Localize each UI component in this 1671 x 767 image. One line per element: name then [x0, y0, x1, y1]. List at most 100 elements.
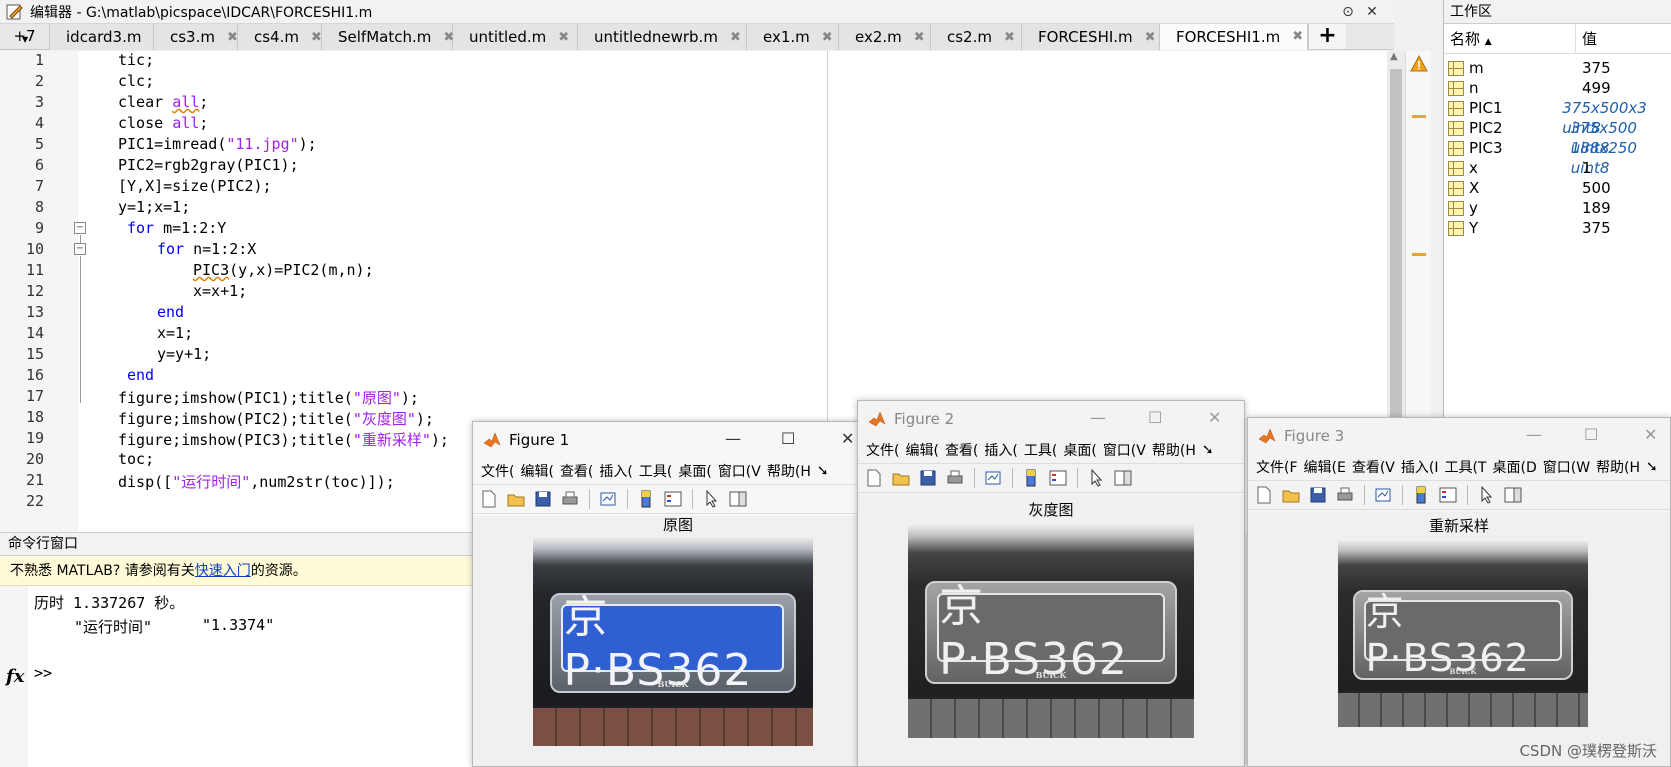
- workspace-row[interactable]: PIC1 375x500x3 uint8: [1444, 98, 1671, 137]
- menu-desktop[interactable]: 桌面(: [1063, 440, 1096, 460]
- close-icon[interactable]: ✕: [1644, 425, 1657, 444]
- menu-window[interactable]: 窗口(V: [1103, 440, 1146, 460]
- quick-start-link[interactable]: 快速入门: [195, 563, 251, 579]
- print-icon[interactable]: [560, 489, 580, 509]
- figure-titlebar[interactable]: Figure 3 — ☐ ✕: [1248, 418, 1670, 454]
- legend-icon[interactable]: [1048, 468, 1068, 488]
- editor-menu-icon[interactable]: ⊙: [1338, 2, 1358, 22]
- figure-titlebar[interactable]: Figure 2 — ☐ ✕: [858, 401, 1244, 437]
- workspace-row[interactable]: x1: [1444, 158, 1671, 178]
- open-folder-icon[interactable]: [1281, 485, 1301, 505]
- menu-help[interactable]: 帮助(H: [1152, 440, 1196, 460]
- legend-icon[interactable]: [1438, 485, 1458, 505]
- function-browser-icon[interactable]: fx: [6, 666, 24, 687]
- tab-ex2[interactable]: ex2.m ✖: [839, 24, 931, 50]
- tab-cs2[interactable]: cs2.m ✖: [931, 24, 1022, 50]
- figure-titlebar[interactable]: Figure 1 — ☐ ✕: [473, 422, 883, 458]
- close-icon[interactable]: ✕: [1208, 408, 1221, 427]
- editor-scrollbar[interactable]: ▲: [1387, 51, 1405, 431]
- property-editor-icon[interactable]: [1113, 468, 1133, 488]
- close-icon[interactable]: ✖: [1292, 29, 1303, 44]
- pointer-icon[interactable]: [1476, 485, 1496, 505]
- menu-view[interactable]: 查看(: [560, 461, 593, 481]
- menu-edit[interactable]: 编辑(: [905, 440, 938, 460]
- save-icon[interactable]: [533, 489, 553, 509]
- property-editor-icon[interactable]: [728, 489, 748, 509]
- pointer-icon[interactable]: [1086, 468, 1106, 488]
- maximize-icon[interactable]: ☐: [1584, 425, 1598, 444]
- figure-canvas[interactable]: 灰度图 京P·BS362 BUICK: [858, 495, 1244, 766]
- open-folder-icon[interactable]: [506, 489, 526, 509]
- menu-view[interactable]: 查看(: [945, 440, 978, 460]
- minimize-icon[interactable]: —: [1526, 425, 1542, 444]
- link-plot-icon[interactable]: [983, 468, 1003, 488]
- figure-canvas[interactable]: 原图 京P·BS362 BUICK: [473, 516, 883, 766]
- menu-file[interactable]: 文件(: [866, 440, 899, 460]
- menu-edit[interactable]: 编辑(: [520, 461, 553, 481]
- menu-overflow-icon[interactable]: ➘: [1202, 442, 1214, 458]
- link-plot-icon[interactable]: [1373, 485, 1393, 505]
- menu-window[interactable]: 窗口(V: [718, 461, 761, 481]
- figure-window-2[interactable]: Figure 2 — ☐ ✕ 文件( 编辑( 查看( 插入( 工具( 桌面( 窗…: [857, 400, 1245, 767]
- tabs-overflow-button[interactable]: +7 ▼: [0, 24, 50, 50]
- column-header-value[interactable]: 值: [1576, 24, 1597, 53]
- workspace-row[interactable]: PIC2 375x500 uint8: [1444, 118, 1671, 157]
- colorbar-icon[interactable]: [1021, 468, 1041, 488]
- menu-insert[interactable]: 插入(: [599, 461, 632, 481]
- menu-file[interactable]: 文件(F: [1256, 457, 1298, 477]
- close-icon[interactable]: ✖: [558, 30, 569, 45]
- menu-view[interactable]: 查看(V: [1352, 457, 1395, 477]
- menu-desktop[interactable]: 桌面(D: [1492, 457, 1536, 477]
- menu-help[interactable]: 帮助(H: [1596, 457, 1640, 477]
- pointer-icon[interactable]: [701, 489, 721, 509]
- column-header-name[interactable]: 名称 ▲: [1444, 24, 1576, 53]
- menu-overflow-icon[interactable]: ➘: [1646, 459, 1658, 475]
- property-editor-icon[interactable]: [1503, 485, 1523, 505]
- minimize-icon[interactable]: —: [1090, 408, 1106, 427]
- scrollbar-thumb[interactable]: [1390, 69, 1402, 425]
- editor-close-icon[interactable]: ✕: [1362, 2, 1382, 22]
- new-file-icon[interactable]: [479, 489, 499, 509]
- maximize-icon[interactable]: ☐: [1148, 408, 1162, 427]
- tab-selfmatch[interactable]: SelfMatch.m ✖: [322, 24, 454, 50]
- warning-marker[interactable]: [1412, 253, 1426, 256]
- save-icon[interactable]: [918, 468, 938, 488]
- tab-untitlednewrb[interactable]: untitlednewrb.m ✖: [578, 24, 747, 50]
- new-file-icon[interactable]: [864, 468, 884, 488]
- close-icon[interactable]: ✖: [227, 30, 238, 45]
- workspace-row[interactable]: m 375: [1444, 58, 1671, 78]
- menu-overflow-icon[interactable]: ➘: [817, 463, 829, 479]
- colorbar-icon[interactable]: [636, 489, 656, 509]
- print-icon[interactable]: [1335, 485, 1355, 505]
- menu-tools[interactable]: 工具(T: [1444, 457, 1486, 477]
- menu-insert[interactable]: 插入(I: [1401, 457, 1439, 477]
- figure-canvas[interactable]: 重新采样 京P·BS362 BUICK: [1248, 512, 1670, 766]
- tab-idcard3[interactable]: idcard3.m✖: [50, 24, 164, 50]
- tab-forceshi[interactable]: FORCESHI.m ✖: [1022, 24, 1160, 50]
- close-icon[interactable]: ✖: [1145, 30, 1156, 45]
- workspace-row[interactable]: Y 375: [1444, 218, 1671, 238]
- menu-window[interactable]: 窗口(W: [1543, 457, 1590, 477]
- menu-file[interactable]: 文件(: [481, 461, 514, 481]
- add-tab-button[interactable]: +: [1308, 24, 1346, 49]
- figure-window-1[interactable]: Figure 1 — ☐ ✕ 文件( 编辑( 查看( 插入( 工具( 桌面( 窗…: [472, 421, 884, 767]
- workspace-row[interactable]: X 500: [1444, 178, 1671, 198]
- workspace-row[interactable]: y 189: [1444, 198, 1671, 218]
- open-folder-icon[interactable]: [891, 468, 911, 488]
- new-file-icon[interactable]: [1254, 485, 1274, 505]
- workspace-row[interactable]: n 499: [1444, 78, 1671, 98]
- fold-toggle-icon[interactable]: −: [74, 222, 86, 234]
- close-icon[interactable]: ✖: [730, 30, 741, 45]
- link-plot-icon[interactable]: [598, 489, 618, 509]
- menu-tools[interactable]: 工具(: [639, 461, 672, 481]
- menu-desktop[interactable]: 桌面(: [678, 461, 711, 481]
- tab-forceshi1[interactable]: FORCESHI1.m ✖: [1160, 24, 1308, 50]
- close-icon[interactable]: ✖: [822, 30, 833, 45]
- menu-help[interactable]: 帮助(H: [767, 461, 811, 481]
- command-window[interactable]: 历时 1.337267 秒。 "运行时间" "1.3374" fx >>: [0, 586, 477, 767]
- tab-cs3[interactable]: cs3.m ✖: [154, 24, 238, 50]
- fold-toggle-icon[interactable]: −: [74, 243, 86, 255]
- minimize-icon[interactable]: —: [725, 429, 741, 448]
- close-icon[interactable]: ✖: [311, 30, 322, 45]
- tab-untitled[interactable]: untitled.m ✖: [453, 24, 578, 50]
